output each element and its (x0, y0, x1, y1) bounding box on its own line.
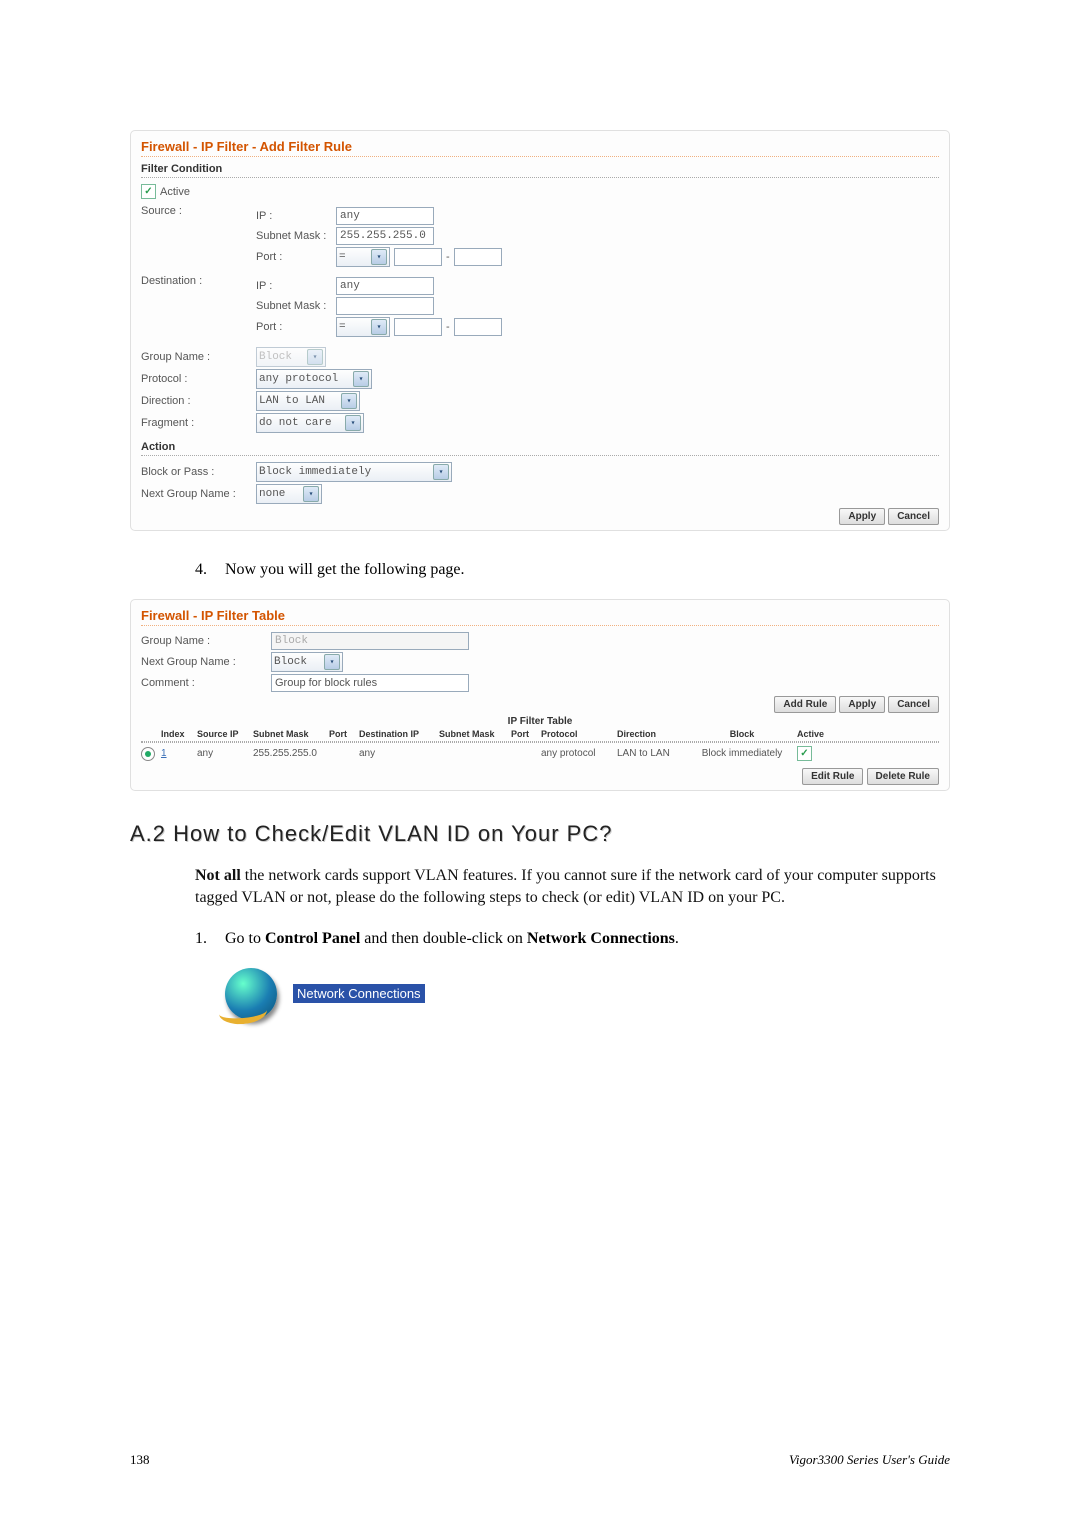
fragment-label: Fragment : (141, 417, 256, 429)
p2-group-name-input[interactable]: Block (271, 632, 469, 650)
chevron-down-icon: ▾ (324, 654, 340, 670)
source-label: Source : (141, 205, 256, 217)
dst-ip-input[interactable]: any (336, 277, 434, 295)
delete-rule-button[interactable]: Delete Rule (867, 768, 939, 785)
step4-number: 4. (195, 561, 225, 579)
row-active-checkbox[interactable]: ✓ (797, 746, 812, 761)
step4-text: Now you will get the following page. (225, 561, 465, 579)
p2-next-group-label: Next Group Name : (141, 656, 271, 668)
intro-paragraph: Not all the network cards support VLAN f… (195, 865, 950, 910)
table-row: 1 any 255.255.255.0 any any protocol LAN… (141, 743, 939, 764)
group-name-label: Group Name : (141, 351, 256, 363)
group-name-select[interactable]: Block▾ (256, 347, 326, 367)
src-ip-label: IP : (256, 210, 336, 222)
src-port-label: Port : (256, 251, 336, 263)
chevron-down-icon: ▾ (353, 371, 369, 387)
protocol-select[interactable]: any protocol▾ (256, 369, 372, 389)
cancel-button[interactable]: Cancel (888, 508, 939, 525)
apply-button[interactable]: Apply (839, 508, 885, 525)
dst-ip-label: IP : (256, 280, 336, 292)
add-rule-button[interactable]: Add Rule (774, 696, 836, 713)
network-connections-icon-row: Network Connections (225, 968, 950, 1020)
chevron-down-icon: ▾ (341, 393, 357, 409)
block-pass-label: Block or Pass : (141, 466, 256, 478)
step1-text: Go to Control Panel and then double-clic… (225, 930, 679, 948)
section-heading: A.2 How to Check/Edit VLAN ID on Your PC… (130, 821, 950, 847)
src-port-to[interactable] (454, 248, 502, 266)
guide-title: Vigor3300 Series User's Guide (789, 1452, 950, 1468)
p2-comment-input[interactable]: Group for block rules (271, 674, 469, 692)
dst-port-label: Port : (256, 321, 336, 333)
p2-apply-button[interactable]: Apply (839, 696, 885, 713)
edit-rule-button[interactable]: Edit Rule (802, 768, 863, 785)
active-checkbox[interactable]: ✓ (141, 184, 156, 199)
ip-filter-table-title: IP Filter Table (141, 716, 939, 727)
src-port-from[interactable] (394, 248, 442, 266)
dst-port-op-select[interactable]: =▾ (336, 317, 390, 337)
direction-label: Direction : (141, 395, 256, 407)
panel2-title: Firewall - IP Filter Table (141, 608, 939, 623)
row-index-link[interactable]: 1 (161, 748, 197, 759)
chevron-down-icon: ▾ (371, 249, 387, 265)
p2-cancel-button[interactable]: Cancel (888, 696, 939, 713)
protocol-label: Protocol : (141, 373, 256, 385)
dst-mask-label: Subnet Mask : (256, 300, 336, 312)
p2-group-name-label: Group Name : (141, 635, 271, 647)
next-group-select[interactable]: none▾ (256, 484, 322, 504)
src-port-op-select[interactable]: =▾ (336, 247, 390, 267)
filter-condition-heading: Filter Condition (141, 163, 939, 175)
page-footer: 138 Vigor3300 Series User's Guide (130, 1452, 950, 1468)
table-header: Index Source IP Subnet Mask Port Destina… (141, 729, 939, 742)
step1-number: 1. (195, 930, 225, 948)
row-radio[interactable] (141, 747, 155, 761)
src-ip-input[interactable]: any (336, 207, 434, 225)
network-connections-label[interactable]: Network Connections (293, 984, 425, 1003)
p2-next-group-select[interactable]: Block▾ (271, 652, 343, 672)
panel1-title: Firewall - IP Filter - Add Filter Rule (141, 139, 939, 154)
page-number: 138 (130, 1452, 150, 1468)
chevron-down-icon: ▾ (371, 319, 387, 335)
fragment-select[interactable]: do not care▾ (256, 413, 364, 433)
dst-mask-input[interactable] (336, 297, 434, 315)
active-label: Active (160, 186, 190, 198)
chevron-down-icon: ▾ (345, 415, 361, 431)
action-heading: Action (141, 441, 939, 453)
block-pass-select[interactable]: Block immediately▾ (256, 462, 452, 482)
chevron-down-icon: ▾ (303, 486, 319, 502)
destination-label: Destination : (141, 275, 256, 287)
src-mask-input[interactable]: 255.255.255.0 (336, 227, 434, 245)
panel-ip-filter-table: Firewall - IP Filter Table Group Name : … (130, 599, 950, 791)
next-group-label: Next Group Name : (141, 488, 256, 500)
p2-comment-label: Comment : (141, 677, 271, 689)
src-mask-label: Subnet Mask : (256, 230, 336, 242)
globe-icon (225, 968, 277, 1020)
dst-port-from[interactable] (394, 318, 442, 336)
panel-add-filter-rule: Firewall - IP Filter - Add Filter Rule F… (130, 130, 950, 531)
direction-select[interactable]: LAN to LAN▾ (256, 391, 360, 411)
chevron-down-icon: ▾ (307, 349, 323, 365)
chevron-down-icon: ▾ (433, 464, 449, 480)
dst-port-to[interactable] (454, 318, 502, 336)
